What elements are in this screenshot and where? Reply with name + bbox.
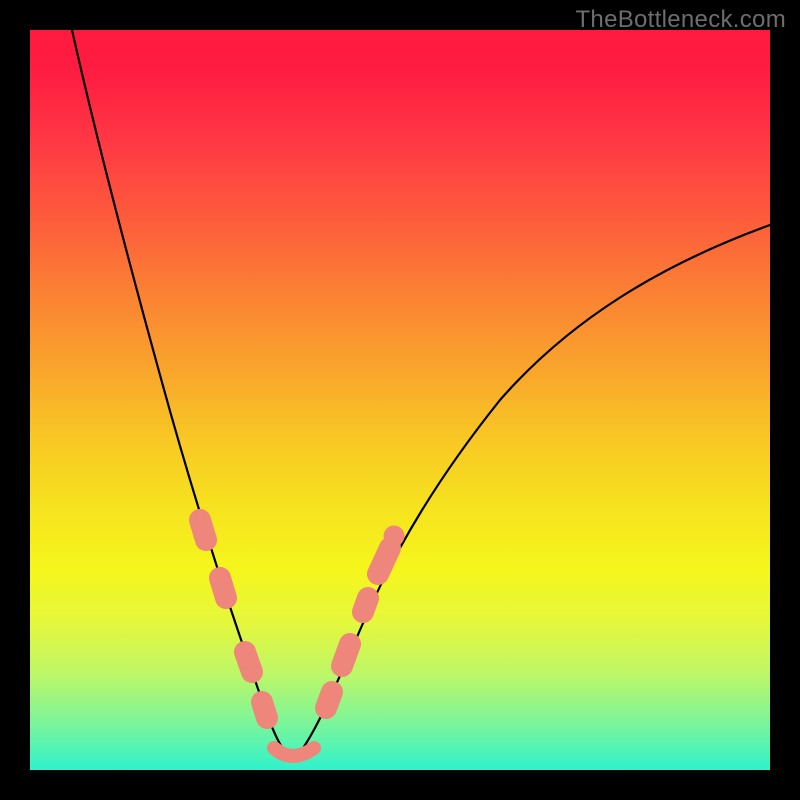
notch-left-limb: [72, 30, 292, 760]
bead: [378, 548, 390, 574]
chart-stage: TheBottleneck.com: [0, 0, 800, 800]
bead: [245, 652, 252, 672]
bead: [220, 578, 226, 598]
notch-right-limb: [292, 225, 770, 760]
watermark-text: TheBottleneck.com: [575, 6, 786, 34]
bead: [200, 520, 206, 540]
bead: [342, 644, 350, 666]
beads-bottom: [274, 748, 314, 756]
bead: [384, 526, 404, 546]
bead: [363, 598, 368, 612]
plot-area: [30, 30, 770, 770]
bead: [326, 692, 332, 708]
bead: [262, 702, 267, 718]
curves-svg: [30, 30, 770, 770]
